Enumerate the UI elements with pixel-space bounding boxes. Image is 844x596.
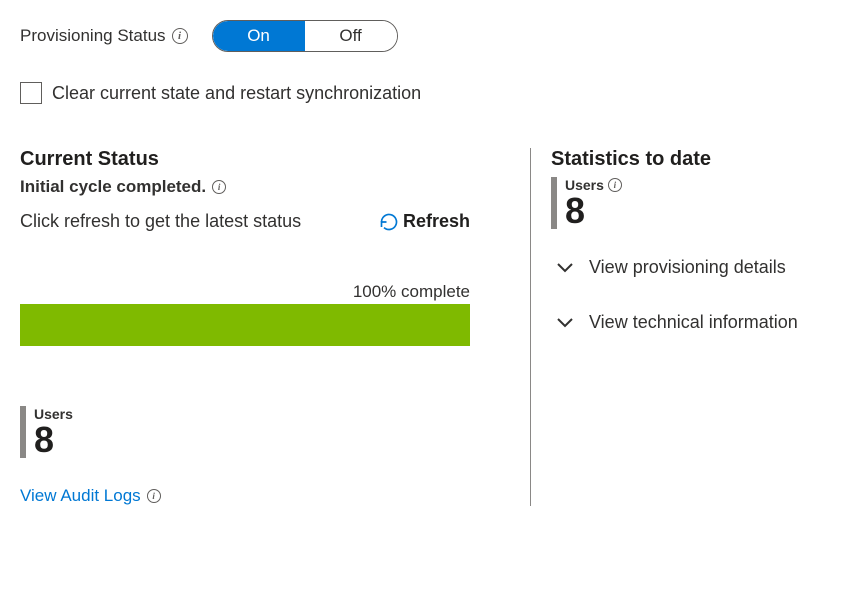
- expander-label: View provisioning details: [589, 257, 786, 278]
- expander-label: View technical information: [589, 312, 798, 333]
- audit-link-label: View Audit Logs: [20, 486, 141, 506]
- toggle-on[interactable]: On: [213, 21, 305, 51]
- chevron-down-icon: [557, 263, 573, 273]
- clear-state-checkbox[interactable]: [20, 82, 42, 104]
- clear-state-label: Clear current state and restart synchron…: [52, 83, 421, 104]
- status-hint: Click refresh to get the latest status: [20, 211, 301, 232]
- statistics-heading: Statistics to date: [551, 148, 824, 171]
- view-audit-logs-link[interactable]: View Audit Logs i: [20, 486, 500, 506]
- chevron-down-icon: [557, 318, 573, 328]
- stat-accent-bar: [20, 406, 26, 458]
- stat-accent-bar: [551, 177, 557, 229]
- refresh-label: Refresh: [403, 211, 470, 232]
- users-count: 8: [34, 422, 73, 458]
- refresh-button[interactable]: Refresh: [379, 211, 470, 232]
- initial-cycle-label: Initial cycle completed.: [20, 177, 206, 197]
- info-icon[interactable]: i: [147, 489, 161, 503]
- provisioning-status-label: Provisioning Status: [20, 26, 166, 46]
- users-stat-bottom: Users 8: [20, 406, 500, 458]
- progress-bar: [20, 304, 470, 346]
- info-icon[interactable]: i: [172, 28, 188, 44]
- progress-label: 100% complete: [20, 282, 470, 302]
- users-stat: Users i 8: [551, 177, 824, 229]
- view-technical-information[interactable]: View technical information: [557, 312, 824, 333]
- provisioning-toggle[interactable]: On Off: [212, 20, 398, 52]
- view-provisioning-details[interactable]: View provisioning details: [557, 257, 824, 278]
- info-icon[interactable]: i: [608, 178, 622, 192]
- info-icon[interactable]: i: [212, 180, 226, 194]
- users-count: 8: [565, 193, 622, 229]
- toggle-off[interactable]: Off: [305, 21, 397, 51]
- refresh-icon: [379, 212, 399, 232]
- current-status-heading: Current Status: [20, 148, 500, 171]
